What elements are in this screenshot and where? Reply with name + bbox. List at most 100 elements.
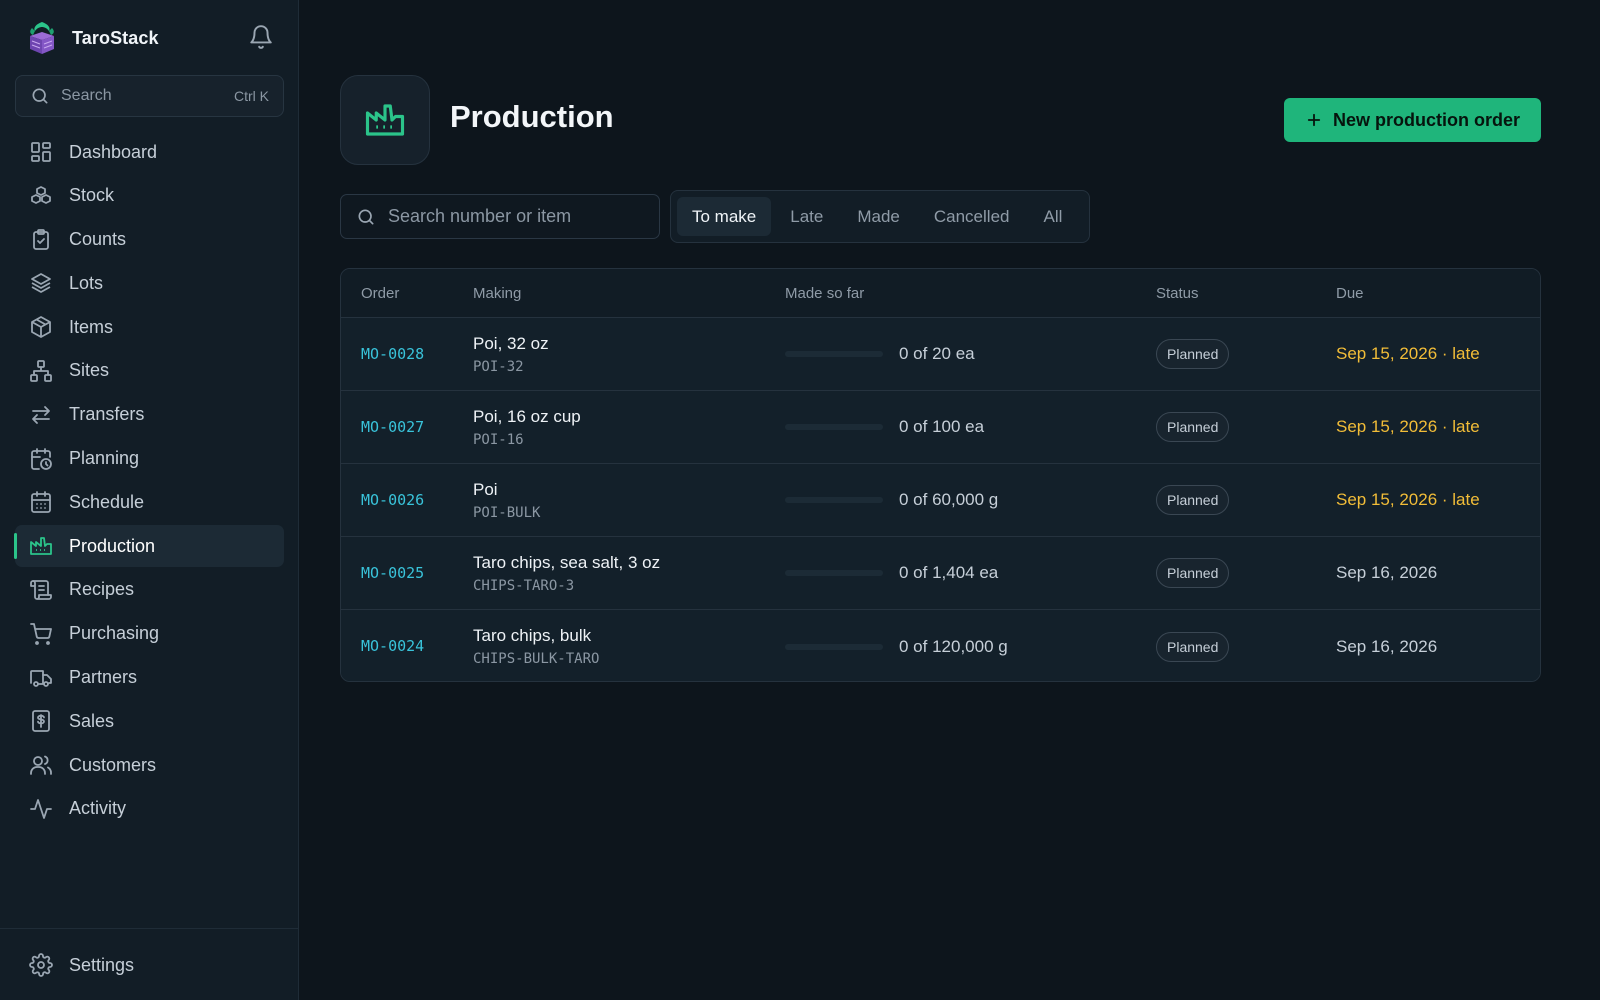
sidebar-item-items[interactable]: Items — [15, 306, 284, 348]
new-production-order-button[interactable]: New production order — [1284, 98, 1541, 142]
dollar-receipt-icon — [32, 710, 50, 733]
users-icon — [30, 755, 52, 776]
page-icon — [340, 75, 430, 165]
sidebar-item-label: Counts — [69, 229, 127, 250]
table-row[interactable]: MO-0025 Taro chips, sea salt, 3 oz CHIPS… — [341, 537, 1540, 610]
status-tabs: To make Late Made Cancelled All — [670, 190, 1090, 243]
column-header-due[interactable]: Due — [1336, 285, 1540, 302]
order-number-link[interactable]: MO-0027 — [361, 418, 424, 436]
tab-late[interactable]: Late — [775, 197, 838, 236]
sidebar-item-label: Purchasing — [69, 623, 160, 644]
calendar-icon — [31, 491, 51, 514]
taro-logo-icon — [30, 22, 54, 54]
sidebar-item-label: Sales — [69, 710, 115, 731]
due-date: Sep 15, 2026 · late — [1336, 490, 1480, 509]
made-so-far: 0 of 60,000 g — [899, 490, 999, 509]
item-name: Poi, 16 oz cup — [473, 406, 581, 426]
table-row[interactable]: MO-0024 Taro chips, bulk CHIPS-BULK-TARO… — [341, 610, 1540, 681]
progress-bar — [785, 351, 883, 357]
gear-icon — [29, 953, 53, 977]
sidebar-item-label: Dashboard — [69, 141, 158, 162]
item-sku: CHIPS-TARO-3 — [473, 577, 575, 594]
sidebar-item-label: Schedule — [69, 491, 145, 512]
sidebar-item-label: Recipes — [69, 579, 135, 600]
sidebar-item-label: Production — [69, 535, 156, 556]
column-header-order[interactable]: Order — [341, 285, 473, 302]
sidebar-item-label: Planning — [69, 448, 140, 469]
order-search-input[interactable]: Search number or item — [340, 194, 660, 239]
made-so-far: 0 of 100 ea — [899, 417, 985, 436]
search-shortcut: Ctrl K — [234, 88, 269, 104]
column-header-making[interactable]: Making — [473, 285, 785, 302]
sidebar: TaroStack Search Ctrl K Dashboard Stock … — [0, 0, 299, 1000]
scroll-icon — [30, 580, 52, 600]
bell-icon[interactable] — [248, 24, 274, 50]
table-header: Order Making Made so far Status Due — [341, 269, 1540, 318]
sidebar-item-sales[interactable]: Sales — [15, 700, 284, 742]
made-so-far: 0 of 1,404 ea — [899, 563, 999, 582]
table-row[interactable]: MO-0028 Poi, 32 oz POI-32 0 of 20 ea Pla… — [341, 318, 1540, 391]
item-name: Taro chips, bulk — [473, 626, 592, 645]
plus-icon — [1307, 113, 1321, 127]
status-badge: Planned — [1156, 412, 1230, 442]
calendar-clock-icon — [31, 447, 52, 470]
sidebar-item-settings[interactable]: Settings — [15, 944, 284, 986]
order-number-link[interactable]: MO-0028 — [361, 345, 424, 363]
order-number-link[interactable]: MO-0025 — [361, 564, 424, 582]
status-badge: Planned — [1156, 485, 1230, 515]
dashboard-icon — [31, 142, 51, 162]
network-icon — [30, 360, 52, 382]
column-header-status[interactable]: Status — [1156, 285, 1336, 302]
sidebar-search[interactable]: Search Ctrl K — [15, 75, 284, 117]
sidebar-item-label: Sites — [69, 360, 110, 381]
layers-icon — [31, 273, 51, 294]
sidebar-item-label: Items — [69, 316, 114, 337]
search-icon — [32, 88, 48, 104]
progress-bar — [785, 643, 883, 650]
status-badge: Planned — [1156, 631, 1230, 662]
activity-icon — [30, 799, 52, 819]
sidebar-item-label: Stock — [69, 185, 115, 206]
column-header-made-so-far[interactable]: Made so far — [785, 285, 1156, 302]
progress-bar — [785, 570, 883, 576]
sidebar-search-placeholder: Search — [61, 87, 112, 104]
factory-icon — [365, 104, 405, 136]
due-date: Sep 16, 2026 — [1336, 563, 1438, 582]
table-row[interactable]: MO-0026 Poi POI-BULK 0 of 60,000 g Plann… — [341, 464, 1540, 537]
sidebar-item-transfers[interactable]: Transfers — [15, 394, 284, 436]
sidebar-item-label: Activity — [69, 798, 127, 819]
sidebar-item-stock[interactable]: Stock — [15, 175, 284, 217]
sidebar-item-partners[interactable]: Partners — [15, 657, 284, 699]
item-sku: POI-32 — [473, 358, 524, 375]
tab-cancelled[interactable]: Cancelled — [919, 197, 1025, 236]
sidebar-item-label: Partners — [69, 667, 138, 688]
sidebar-item-recipes[interactable]: Recipes — [15, 569, 284, 611]
sidebar-item-label: Lots — [69, 272, 104, 293]
sidebar-divider — [0, 928, 299, 929]
tab-to-make[interactable]: To make — [677, 197, 772, 236]
settings-label: Settings — [69, 954, 135, 975]
cart-icon — [30, 622, 52, 645]
production-orders-table: Order Making Made so far Status Due MO-0… — [340, 268, 1541, 682]
brand[interactable]: TaroStack — [26, 20, 159, 56]
table-row[interactable]: MO-0027 Poi, 16 oz cup POI-16 0 of 100 e… — [341, 391, 1540, 464]
progress-bar — [785, 424, 883, 430]
sidebar-item-sites[interactable]: Sites — [15, 350, 284, 392]
truck-icon — [30, 669, 52, 687]
sidebar-item-schedule[interactable]: Schedule — [15, 481, 284, 523]
sidebar-item-activity[interactable]: Activity — [15, 788, 284, 830]
sidebar-item-lots[interactable]: Lots — [15, 262, 284, 304]
sidebar-item-production[interactable]: Production — [14, 525, 284, 568]
sidebar-item-dashboard[interactable]: Dashboard — [15, 131, 284, 173]
sidebar-item-counts[interactable]: Counts — [15, 219, 284, 261]
order-search-placeholder: Search number or item — [388, 206, 572, 226]
tab-made[interactable]: Made — [842, 197, 915, 236]
tab-all[interactable]: All — [1028, 197, 1077, 236]
sidebar-nav: Dashboard Stock Counts Lots Items Sites … — [14, 131, 284, 832]
sidebar-item-customers[interactable]: Customers — [15, 744, 284, 786]
sidebar-item-purchasing[interactable]: Purchasing — [15, 613, 284, 655]
sidebar-item-planning[interactable]: Planning — [15, 438, 284, 480]
order-number-link[interactable]: MO-0024 — [361, 637, 424, 655]
order-number-link[interactable]: MO-0026 — [361, 491, 424, 509]
status-badge: Planned — [1156, 339, 1230, 369]
